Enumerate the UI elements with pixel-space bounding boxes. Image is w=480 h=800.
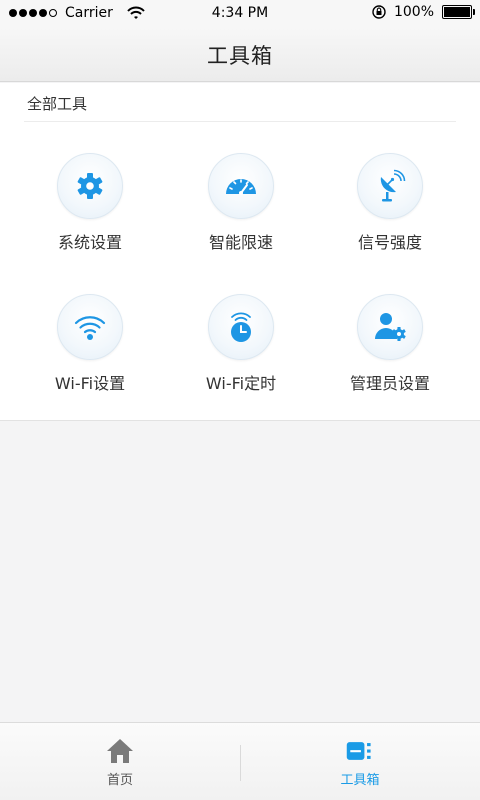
wifi-icon — [74, 316, 106, 340]
tool-label: 管理员设置 — [349, 374, 430, 393]
tab-label: 工具箱 — [340, 772, 380, 788]
speedometer-icon — [226, 179, 256, 195]
tool-admin-settings[interactable]: 管理员设置 — [310, 294, 470, 414]
gear-icon — [77, 173, 103, 199]
tools-panel: 全部工具 系统设置 智能限速 信号强度 Wi-Fi设置 Wi-Fi定时 管理员设… — [0, 83, 480, 421]
tool-label: 智能限速 — [208, 233, 273, 252]
tool-wifi-timer[interactable]: Wi-Fi定时 — [161, 294, 321, 414]
tool-wifi-settings[interactable]: Wi-Fi设置 — [10, 294, 170, 414]
tab-label: 首页 — [106, 772, 133, 788]
tool-signal-strength[interactable]: 信号强度 — [310, 153, 470, 273]
battery-percent: 100% — [393, 4, 434, 20]
tool-label: Wi-Fi设置 — [54, 374, 126, 393]
battery-icon — [442, 5, 475, 19]
tab-bar: 首页 工具箱 — [0, 722, 480, 800]
toolbox-icon — [346, 741, 371, 760]
wifi-clock-icon — [231, 312, 251, 342]
navigation-bar: 工具箱 — [0, 28, 480, 82]
tool-system-settings[interactable]: 系统设置 — [10, 153, 170, 273]
satellite-dish-icon — [380, 169, 406, 202]
status-bar: Carrier 4:34 PM 100% — [0, 0, 480, 28]
section-divider — [24, 121, 456, 122]
rotation-lock-icon — [372, 5, 386, 19]
tab-toolbox[interactable]: 工具箱 — [240, 723, 480, 800]
page-title: 工具箱 — [207, 43, 273, 68]
admin-user-gear-icon — [375, 313, 406, 341]
section-title: 全部工具 — [27, 95, 88, 113]
tool-smart-speed-limit[interactable]: 智能限速 — [161, 153, 321, 273]
home-icon — [107, 738, 133, 763]
tool-label: Wi-Fi定时 — [205, 374, 277, 393]
tool-label: 信号强度 — [357, 233, 422, 252]
tab-home[interactable]: 首页 — [0, 723, 240, 800]
tool-label: 系统设置 — [57, 233, 122, 252]
